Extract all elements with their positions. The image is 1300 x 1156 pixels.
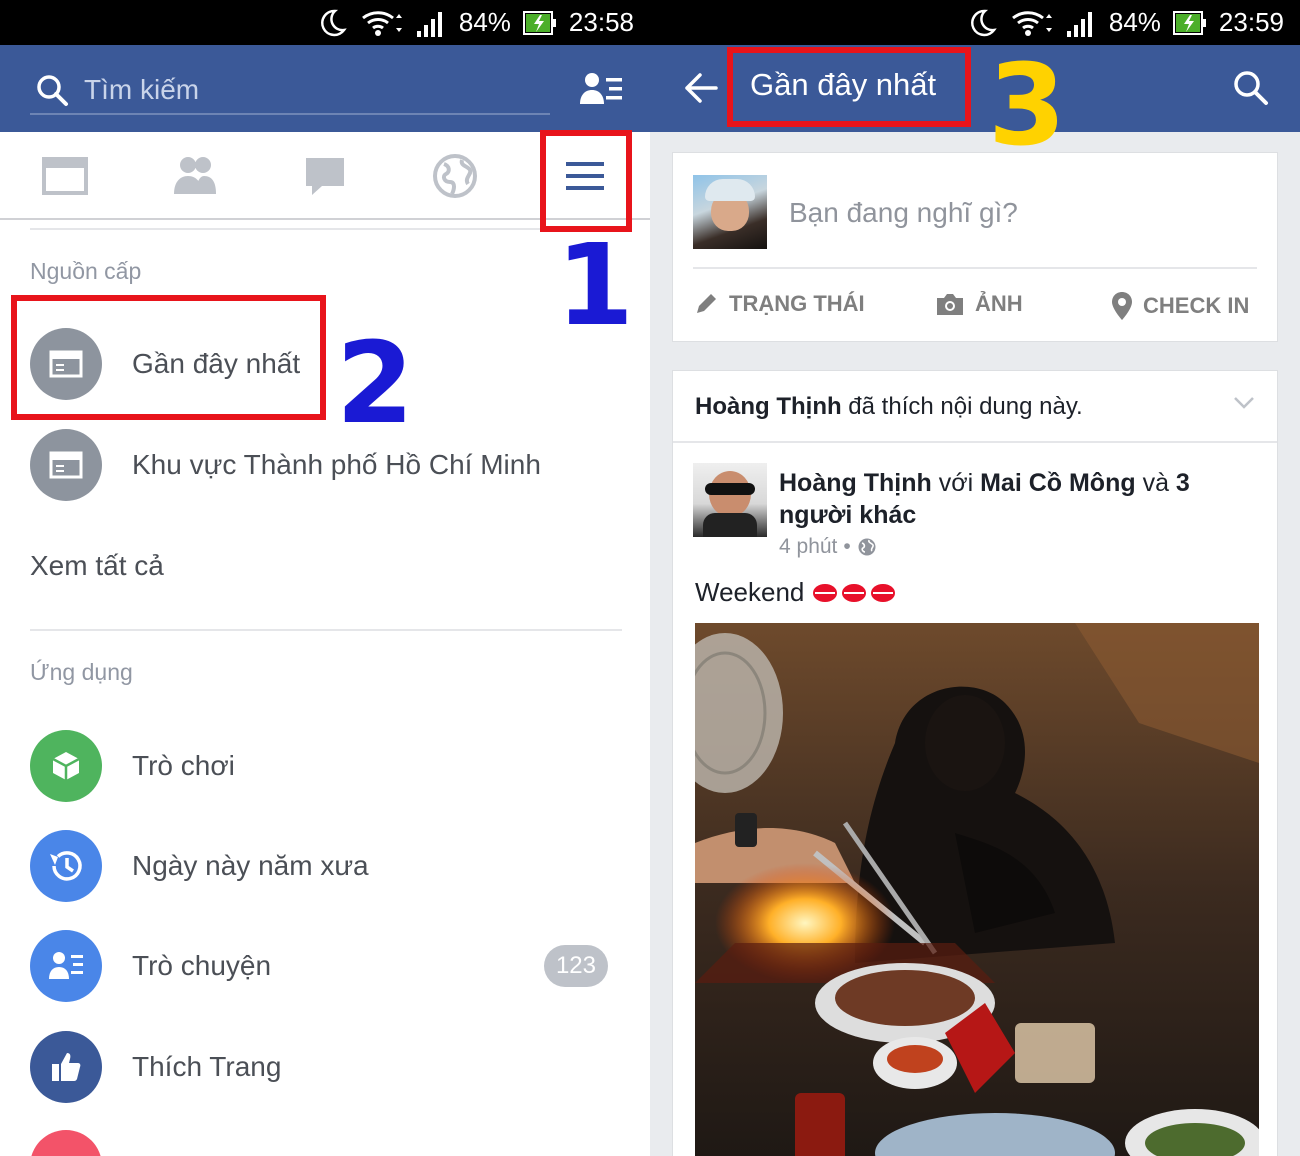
composer-card: Bạn đang nghĩ gì? TRẠNG THÁI ẢNH CHECK I… — [672, 152, 1278, 342]
search-placeholder: Tìm kiếm — [84, 74, 200, 105]
section-divider — [30, 228, 622, 230]
friend-requests-icon[interactable] — [578, 70, 624, 110]
newsfeed-tab-icon — [42, 157, 88, 195]
step-number-2: 2 — [336, 319, 414, 449]
moon-icon — [317, 8, 347, 38]
author-avatar[interactable] — [693, 463, 767, 537]
top-app-bar: Tìm kiếm — [0, 45, 650, 132]
location-pin-icon — [1112, 292, 1132, 320]
pencil-icon — [697, 294, 716, 313]
highlight-box-1 — [540, 130, 632, 232]
chevron-down-icon[interactable] — [1233, 395, 1255, 411]
status-bar: 84% 23:58 — [0, 0, 650, 45]
wifi-icon — [1009, 8, 1053, 38]
liker-name[interactable]: Hoàng Thịnh — [695, 393, 842, 420]
composer-actions: TRẠNG THÁI ẢNH CHECK IN — [693, 267, 1257, 339]
newsfeed-icon — [30, 429, 102, 501]
clock-time: 23:59 — [1218, 7, 1284, 37]
friends-tab-icon — [174, 157, 216, 194]
tagged-name[interactable]: Mai Cồ Mông — [980, 469, 1136, 497]
checkin-button-label: CHECK IN — [1143, 293, 1250, 318]
and-text: và — [1135, 469, 1176, 497]
camera-icon — [937, 294, 963, 315]
feed-item-location[interactable]: Khu vực Thành phố Hồ Chí Minh — [30, 429, 630, 501]
story-header: Hoàng Thịnh đã thích nội dung này. — [695, 393, 1083, 421]
globe-tab-icon — [433, 154, 477, 198]
checkin-button[interactable]: CHECK IN — [1111, 291, 1249, 321]
section-label-apps: Ứng dụng — [30, 659, 133, 685]
liked-action-text: đã thích nội dung này. — [841, 393, 1083, 420]
photo-button[interactable]: ẢNH — [935, 291, 1023, 317]
meta-separator: • — [843, 535, 851, 558]
step-number-1: 1 — [556, 221, 634, 351]
wifi-icon — [359, 8, 403, 38]
back-arrow-icon[interactable] — [684, 71, 718, 105]
story-divider — [673, 441, 1277, 443]
battery-percent: 84% — [1108, 7, 1161, 37]
like-icon — [30, 1031, 102, 1103]
left-screen: 84% 23:58 Tìm kiếm Nguồn cấp Gần đây nhấ… — [0, 0, 650, 1156]
app-item-label: Trò chơi — [132, 750, 235, 781]
feed-item-label: Khu vực Thành phố Hồ Chí Minh — [132, 449, 541, 480]
status-button-label: TRẠNG THÁI — [729, 291, 865, 316]
see-all-label: Xem tất cả — [30, 550, 164, 581]
battery-charging-icon — [1172, 10, 1207, 36]
post-photo[interactable] — [695, 623, 1259, 1156]
photo-button-label: ẢNH — [975, 291, 1023, 316]
status-bar: 84% 23:59 — [650, 0, 1300, 45]
tab-notifications[interactable] — [430, 152, 480, 200]
app-item-label: Ngày này năm xưa — [132, 850, 369, 881]
highlight-box-2 — [11, 295, 326, 420]
highlight-box-3 — [727, 47, 971, 127]
search-icon[interactable] — [1232, 69, 1270, 107]
clock-time: 23:58 — [568, 7, 634, 37]
tab-messages[interactable] — [300, 152, 350, 200]
signal-icon — [415, 9, 447, 37]
post-author-line: Hoàng Thịnh với Mai Cồ Mông và 3 người k… — [779, 467, 1259, 531]
section-label-feeds: Nguồn cấp — [30, 258, 142, 284]
app-item-games[interactable]: Trò chơi — [30, 730, 630, 802]
post-time[interactable]: 4 phút — [779, 535, 837, 559]
see-all-link[interactable]: Xem tất cả — [30, 530, 630, 602]
section-divider — [30, 629, 622, 631]
story-card: Hoàng Thịnh đã thích nội dung này. Hoàng… — [672, 370, 1278, 1156]
search-icon — [37, 75, 68, 106]
chat-count-badge: 123 — [543, 945, 608, 987]
user-avatar[interactable] — [693, 175, 767, 249]
app-item-label: Trò chuyện — [132, 950, 272, 981]
kiss-lips-icon — [813, 583, 896, 602]
history-icon — [30, 830, 102, 902]
message-tab-icon — [306, 158, 344, 195]
step-number-3: 3 — [988, 41, 1066, 171]
right-screen: 84% 23:59 Gần đây nhất Bạn đang nghĩ gì?… — [650, 0, 1300, 1156]
tab-friends[interactable] — [170, 152, 220, 200]
search-input[interactable]: Tìm kiếm — [30, 67, 550, 115]
author-name[interactable]: Hoàng Thịnh — [779, 469, 932, 497]
games-icon — [30, 730, 102, 802]
moon-icon — [967, 8, 997, 38]
status-button[interactable]: TRẠNG THÁI — [693, 291, 865, 317]
app-item-liked-pages[interactable]: Thích Trang — [30, 1031, 630, 1103]
battery-charging-icon — [522, 10, 557, 36]
app-item-on-this-day[interactable]: Ngày này năm xưa — [30, 830, 630, 902]
signal-icon — [1065, 9, 1097, 37]
post-photo-image — [695, 623, 1259, 1156]
with-text: với — [931, 469, 981, 497]
chat-icon — [30, 930, 102, 1002]
tab-news-feed[interactable] — [40, 152, 90, 200]
post-text: Weekend — [695, 577, 898, 608]
post-meta: 4 phút • — [779, 535, 877, 559]
post-text-content: Weekend — [695, 577, 805, 607]
app-item-chat[interactable]: Trò chuyện 123 — [30, 930, 630, 1002]
app-item-partial-icon — [30, 1130, 102, 1156]
battery-percent: 84% — [458, 7, 511, 37]
globe-icon — [858, 538, 876, 556]
composer-input[interactable]: Bạn đang nghĩ gì? — [789, 197, 1018, 229]
app-item-label: Thích Trang — [132, 1051, 282, 1082]
